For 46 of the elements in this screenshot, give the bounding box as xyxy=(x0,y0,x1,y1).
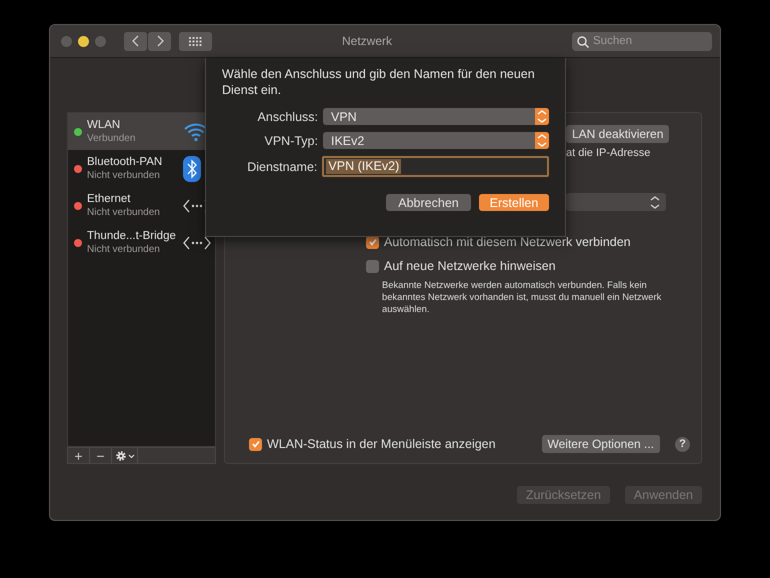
field-label: Anschluss: xyxy=(256,110,318,124)
window-title: Netzwerk xyxy=(340,34,393,48)
service-status: Nicht verbunden xyxy=(87,168,161,182)
popup-menu[interactable]: IKEv2 xyxy=(323,132,549,149)
dialog-message: Wähle den Anschluss und gib den Namen für den neuen Dienst ein. xyxy=(222,66,536,98)
chevron-icon xyxy=(648,194,662,210)
cancel-button[interactable]: Abbrechen xyxy=(386,194,471,211)
minimize-button[interactable] xyxy=(78,36,89,46)
back-icon xyxy=(132,35,140,47)
service-status: Nicht verbunden xyxy=(87,206,161,218)
service-name: WLAN xyxy=(87,118,122,132)
chevron-icon xyxy=(535,132,549,149)
more-options-button[interactable]: Weitere Optionen ... xyxy=(542,435,660,453)
show-all-button[interactable] xyxy=(179,32,212,50)
help-button[interactable]: ? xyxy=(675,436,690,452)
toggle-wifi-button[interactable]: LAN deaktivieren xyxy=(566,125,670,143)
forward-icon xyxy=(156,35,164,47)
service-name: Thunde...t-Bridge xyxy=(87,230,177,242)
checkbox[interactable] xyxy=(366,260,379,272)
checkbox-label: Auf neue Netzwerke hinweisen xyxy=(384,259,556,273)
service-status: Verbunden xyxy=(87,132,136,144)
add-button[interactable]: + xyxy=(68,448,90,463)
gear-icon xyxy=(114,450,134,462)
checkbox-label: WLAN-Status in der Menüleiste anzeigen xyxy=(267,437,496,451)
hint-text: Bekannte Netzwerke werden automatisch verbunden. Falls kein bekanntes Netzwerk vorhanden ist, musst du manuell ein Netzwerk auswählen. xyxy=(382,279,662,315)
check-icon xyxy=(368,237,378,247)
field-label: VPN-Typ: xyxy=(264,134,318,148)
service-status: Nicht verbunden xyxy=(87,242,161,256)
chevron-icon xyxy=(535,108,549,125)
bluetooth-icon xyxy=(183,156,201,182)
check-icon xyxy=(250,439,260,449)
field-label: Dienstname: xyxy=(246,160,318,174)
checkbox-label: Automatisch mit diesem Netzwerk verbinden xyxy=(384,235,631,249)
popup-menu[interactable]: VPN xyxy=(323,108,549,125)
ethernet-icon xyxy=(183,234,211,250)
back-button[interactable] xyxy=(124,32,147,50)
remove-button[interactable]: − xyxy=(90,448,112,463)
checkbox[interactable] xyxy=(249,438,262,450)
service-item[interactable]: Bluetooth-PAN Nicht verbunden xyxy=(68,150,215,187)
service-name: Bluetooth-PAN xyxy=(87,156,164,168)
service-name: Ethernet xyxy=(87,192,132,206)
status-text: at die IP-Adresse xyxy=(566,147,650,159)
search-field[interactable]: Suchen xyxy=(572,32,712,50)
grid-icon xyxy=(189,36,202,46)
name-field[interactable]: VPN (IKEv2) xyxy=(322,156,549,177)
forward-button[interactable] xyxy=(148,32,171,50)
